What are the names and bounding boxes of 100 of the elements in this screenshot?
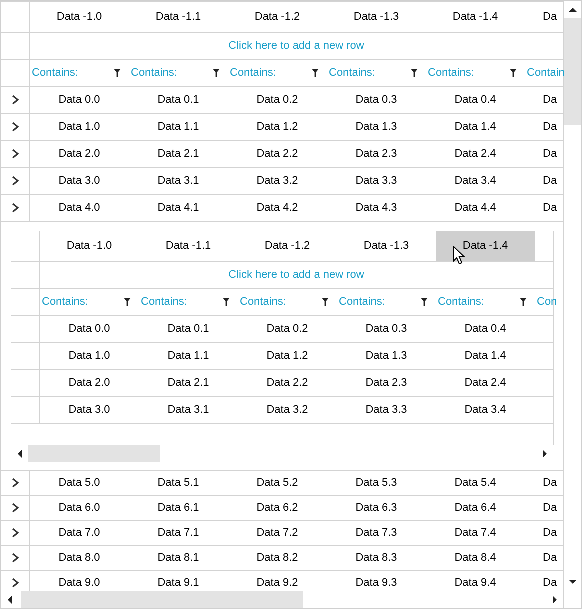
table-cell-text: Data 2.4 [454, 147, 498, 162]
table-cell-text: Da [542, 174, 558, 189]
filter-operator-link[interactable]: Contains: [428, 67, 474, 79]
filter-icon[interactable] [411, 69, 418, 77]
table-cell-text: Data 0.0 [68, 322, 112, 337]
table-cell-text: Data 3.3 [364, 403, 408, 418]
table-cell-text: Data 3.0 [68, 403, 112, 418]
chevron-icon[interactable] [10, 149, 20, 159]
filter-icon[interactable] [124, 298, 131, 306]
mouse-pointer-icon [453, 246, 465, 265]
table-cell-text: Data 2.4 [464, 376, 508, 391]
table-cell-text: Data 8.1 [156, 551, 200, 566]
column-header[interactable]: Data -1.4 [426, 2, 525, 32]
table-cell-text: Data 6.1 [156, 501, 200, 516]
filter-operator-link[interactable]: Contains: [339, 296, 386, 308]
filter-operator-link[interactable]: Contains: [42, 296, 88, 308]
chevron-icon[interactable] [10, 203, 20, 213]
column-header[interactable]: Data -1.1 [129, 2, 228, 32]
table-cell-text: Da [542, 526, 558, 541]
filter-icon[interactable] [421, 298, 428, 306]
table-cell-text: Data 1.3 [354, 120, 398, 135]
filter-operator-link[interactable]: Con [537, 296, 558, 308]
filter-operator-link[interactable]: Contains: [240, 296, 286, 308]
table-cell-text: Data 3.4 [464, 403, 508, 418]
table-cell-text: Data 6.2 [256, 501, 300, 516]
table-cell-text: Data 2.2 [256, 147, 300, 162]
table-cell-text: Data 2.3 [364, 376, 408, 391]
table-cell-text: Data 4.1 [156, 201, 200, 216]
chevron-icon[interactable] [10, 122, 20, 132]
filter-icon[interactable] [312, 69, 319, 77]
filter-icon[interactable] [322, 298, 329, 306]
column-header[interactable]: Da [525, 2, 563, 32]
chevron-icon[interactable] [10, 578, 20, 588]
add-new-row-link[interactable]: Click here to add a new row [228, 269, 364, 281]
chevron-icon[interactable] [10, 553, 20, 563]
table-cell-text: Da [542, 476, 558, 491]
column-header[interactable]: Data -1.4 [436, 231, 535, 261]
table-cell-text: Data 9.0 [58, 576, 102, 591]
column-header[interactable]: Data -1.2 [238, 231, 337, 261]
table-cell-text: Data 3.3 [354, 174, 398, 189]
table-cell-text: Data 1.0 [68, 349, 112, 364]
table-cell-text: Data 5.1 [156, 476, 200, 491]
scrollbar-thumb[interactable] [28, 445, 160, 462]
table-cell-text: Data 6.4 [454, 501, 498, 516]
table-cell-text: Data 9.4 [454, 576, 498, 591]
table-cell-text: Data 1.2 [256, 120, 300, 135]
table-cell-text: Da [542, 576, 558, 591]
table-cell-text: Data 0.1 [166, 322, 210, 337]
filter-operator-link[interactable]: Contains: [230, 67, 276, 79]
filter-operator-link[interactable]: Contains: [131, 67, 178, 79]
column-header[interactable]: Data -1.2 [228, 2, 327, 32]
filter-operator-link[interactable]: Contains: [32, 67, 78, 79]
table-cell-text: Data 7.4 [454, 526, 498, 541]
table-cell-text: Da [542, 120, 558, 135]
scrollbar-thumb[interactable] [564, 18, 581, 125]
column-header[interactable]: Data -1.0 [30, 2, 129, 32]
filter-operator-link[interactable]: Contains: [438, 296, 484, 308]
table-cell-text: Data 3.1 [166, 403, 210, 418]
add-new-row-link[interactable]: Click here to add a new row [228, 40, 364, 52]
table-cell-text: Data 8.0 [58, 551, 102, 566]
chevron-icon[interactable] [10, 176, 20, 186]
table-cell-text: Data 5.4 [454, 476, 498, 491]
table-cell-text: Data 7.3 [354, 526, 398, 541]
filter-operator-link[interactable]: Contains: [329, 67, 376, 79]
table-cell-text: Data 8.4 [454, 551, 498, 566]
table-cell-text: Data 1.0 [58, 120, 102, 135]
table-cell-text: Data 1.4 [454, 120, 498, 135]
table-cell-text: Data 5.0 [58, 476, 102, 491]
column-header[interactable]: Data -1.3 [327, 2, 426, 32]
table-cell-text: Data 0.0 [58, 93, 102, 108]
filter-icon[interactable] [223, 298, 230, 306]
table-cell-text: Data 0.2 [266, 322, 310, 337]
table-cell-text: Data 2.1 [166, 376, 210, 391]
filter-icon[interactable] [213, 69, 220, 77]
table-cell-text: Data 3.2 [256, 174, 300, 189]
table-cell-text: Data 5.2 [256, 476, 300, 491]
chevron-icon[interactable] [10, 95, 20, 105]
table-cell-text: Data 1.4 [464, 349, 508, 364]
filter-icon[interactable] [114, 69, 121, 77]
column-header[interactable]: Data -1.0 [40, 231, 139, 261]
chevron-icon[interactable] [10, 478, 20, 488]
table-cell-text: Data 8.3 [354, 551, 398, 566]
chevron-icon[interactable] [10, 503, 20, 513]
filter-icon[interactable] [520, 298, 527, 306]
table-cell-text: Data 3.1 [156, 174, 200, 189]
chevron-icon[interactable] [10, 528, 20, 538]
table-cell-text: Data 8.2 [256, 551, 300, 566]
table-cell-text: Data 1.2 [266, 349, 310, 364]
table-cell-text: Data 4.4 [454, 201, 498, 216]
table-cell-text: Data 4.2 [256, 201, 300, 216]
scrollbar-thumb[interactable] [21, 591, 303, 608]
table-cell-text: Data 6.0 [58, 501, 102, 516]
column-header[interactable]: Data -1.1 [139, 231, 238, 261]
table-cell-text: Data 9.1 [156, 576, 200, 591]
column-header[interactable]: Data -1.3 [337, 231, 436, 261]
filter-operator-link[interactable]: Contain [527, 67, 565, 79]
filter-icon[interactable] [510, 69, 517, 77]
filter-operator-link[interactable]: Contains: [141, 296, 188, 308]
table-cell-text: Data 6.3 [354, 501, 398, 516]
table-cell-text: Data 2.0 [68, 376, 112, 391]
